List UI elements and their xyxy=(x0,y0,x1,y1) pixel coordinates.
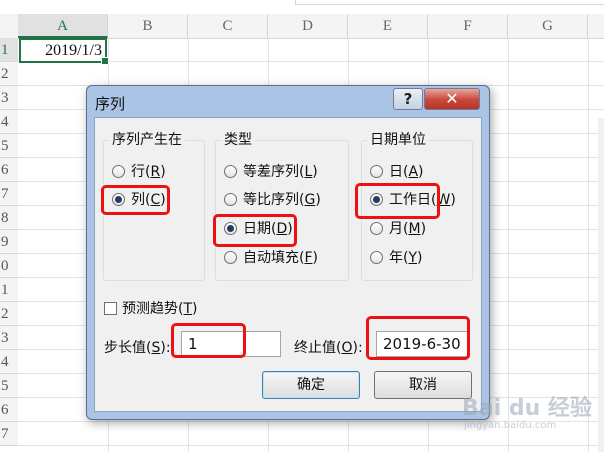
radio-autofill-indicator xyxy=(224,250,237,264)
radio-month[interactable]: 月(M) xyxy=(370,218,426,240)
row-header[interactable]: 3 xyxy=(0,326,18,350)
cell-a1-value: 2019/1/3 xyxy=(45,42,102,59)
watermark-url: jingyan.baidu.com xyxy=(464,420,557,431)
stop-input[interactable]: 2019-6-30 xyxy=(376,331,470,357)
radio-month-indicator xyxy=(370,221,383,235)
row-header[interactable]: 5 xyxy=(0,374,18,398)
row-header[interactable]: 1 xyxy=(0,278,18,302)
stop-label: 终止值(O): xyxy=(294,340,363,356)
help-button[interactable]: ? xyxy=(393,88,423,110)
row-header[interactable]: 2 xyxy=(0,302,18,326)
date-unit-group: 日期单位 日(A) 工作日(W) 月(M) 年(Y) xyxy=(361,129,473,281)
cell-a1[interactable]: 2019/1/3 xyxy=(19,38,109,65)
watermark-logo: Bai du 经验 xyxy=(462,396,592,421)
type-group-label: 类型 xyxy=(221,129,255,149)
row-header[interactable]: 7 xyxy=(0,422,18,446)
radio-day-indicator xyxy=(370,164,383,178)
row-header[interactable]: 7 xyxy=(0,182,18,206)
close-button[interactable]: ✕ xyxy=(424,88,480,110)
fill-handle[interactable] xyxy=(101,57,109,65)
question-mark-icon: ? xyxy=(403,90,413,108)
radio-columns-indicator xyxy=(112,192,125,206)
cancel-button[interactable]: 取消 xyxy=(374,371,472,399)
formula-bar-edge xyxy=(0,0,604,14)
row-header[interactable]: 4 xyxy=(0,110,18,134)
row-header[interactable]: 2 xyxy=(0,62,18,86)
type-group: 类型 等差序列(L) 等比序列(G) 日期(D) 自动填充(F) xyxy=(215,129,349,281)
column-header-g[interactable]: G xyxy=(508,14,588,38)
row-header[interactable]: 1 xyxy=(0,38,18,62)
row-header[interactable]: 8 xyxy=(0,206,18,230)
row-header[interactable]: 9 xyxy=(0,230,18,254)
row-header[interactable]: 4 xyxy=(0,350,18,374)
radio-autofill[interactable]: 自动填充(F) xyxy=(224,247,318,269)
radio-date[interactable]: 日期(D) xyxy=(224,218,293,240)
row-header[interactable]: 6 xyxy=(0,158,18,182)
dialog-titlebar[interactable]: 序列 ? ✕ xyxy=(87,86,489,118)
radio-rows[interactable]: 行(R) xyxy=(112,161,166,183)
radio-day[interactable]: 日(A) xyxy=(370,161,424,183)
column-header-a[interactable]: A xyxy=(18,14,108,38)
radio-year[interactable]: 年(Y) xyxy=(370,247,423,269)
dialog-title: 序列 xyxy=(95,95,126,113)
row-header[interactable]: 0 xyxy=(0,254,18,278)
column-header-c[interactable]: C xyxy=(188,14,268,38)
close-icon: ✕ xyxy=(445,89,459,108)
step-label: 步长值(S): xyxy=(104,340,171,356)
radio-growth[interactable]: 等比序列(G) xyxy=(224,189,321,211)
date-unit-group-label: 日期单位 xyxy=(367,129,429,149)
row-header[interactable]: 6 xyxy=(0,398,18,422)
radio-weekday[interactable]: 工作日(W) xyxy=(370,189,456,211)
radio-linear-indicator xyxy=(224,164,237,178)
row-header[interactable]: 3 xyxy=(0,86,18,110)
radio-linear[interactable]: 等差序列(L) xyxy=(224,161,318,183)
ok-button[interactable]: 确定 xyxy=(262,371,360,399)
radio-rows-indicator xyxy=(112,164,125,178)
radio-date-indicator xyxy=(224,221,237,235)
radio-growth-indicator xyxy=(224,192,237,206)
trend-checkbox[interactable]: 预测趋势(T) xyxy=(104,298,198,318)
radio-columns[interactable]: 列(C) xyxy=(112,189,166,211)
column-header-e[interactable]: E xyxy=(348,14,428,38)
series-in-group: 序列产生在 行(R) 列(C) xyxy=(103,129,205,281)
radio-year-indicator xyxy=(370,250,383,264)
column-header-b[interactable]: B xyxy=(108,14,188,38)
radio-weekday-indicator xyxy=(370,192,383,206)
baidu-watermark: Bai du 经验 jingyan.baidu.com xyxy=(462,390,602,450)
row-header[interactable]: 5 xyxy=(0,134,18,158)
trend-checkbox-box[interactable] xyxy=(104,301,117,315)
series-in-group-label: 序列产生在 xyxy=(109,129,185,149)
column-header-f[interactable]: F xyxy=(428,14,508,38)
series-dialog: 序列 ? ✕ 序列产生在 行(R) 列(C) 类型 等差序列(L) 等比序列(G… xyxy=(86,85,490,420)
dialog-body: 序列产生在 行(R) 列(C) 类型 等差序列(L) 等比序列(G) 日期(D)… xyxy=(94,117,482,412)
column-header-d[interactable]: D xyxy=(268,14,348,38)
step-input[interactable]: 1 xyxy=(181,331,281,357)
